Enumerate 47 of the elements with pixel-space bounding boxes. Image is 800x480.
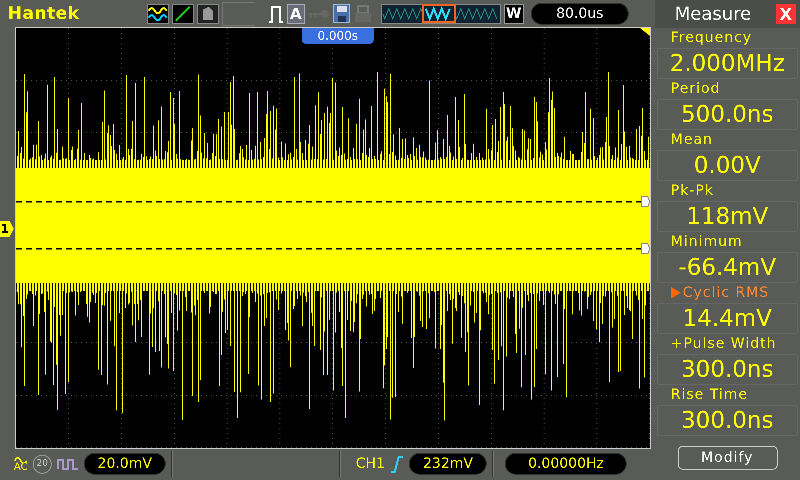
volts-div-readout: 20.0mV: [84, 453, 166, 475]
timebase-readout: 80.0us: [531, 3, 629, 25]
brand-logo: Hantek: [8, 4, 81, 24]
pulse-icon[interactable]: [268, 4, 284, 24]
selection-arrow-icon: [671, 287, 681, 299]
cursor-line[interactable]: [16, 248, 642, 250]
measurement-value: 300.0ns: [657, 405, 798, 436]
measurement-value: 14.4mV: [657, 303, 798, 334]
cursor-line[interactable]: [16, 201, 642, 203]
line-icon[interactable]: [172, 4, 194, 24]
coupling-label: AC: [14, 462, 28, 472]
frequency-readout: 0.00000Hz: [505, 453, 628, 475]
save-icon[interactable]: [333, 4, 351, 24]
trigger-source-label: CH1: [356, 456, 386, 472]
measurement-value: -66.4mV: [657, 252, 798, 283]
panel-title: Measure: [675, 4, 752, 24]
window-button[interactable]: W: [504, 4, 524, 24]
auto-button[interactable]: A: [287, 4, 305, 24]
trigger-position-marker[interactable]: 0.000s: [302, 28, 374, 44]
close-button[interactable]: X: [776, 4, 796, 24]
square-wave-icon: [57, 457, 79, 471]
persistence-icon[interactable]: [197, 4, 219, 24]
measurement-label[interactable]: Minimum: [671, 234, 743, 250]
measurement-label[interactable]: Period: [671, 81, 721, 97]
measurement-label[interactable]: Pk-Pk: [671, 183, 714, 199]
modify-button[interactable]: Modify: [678, 446, 778, 470]
measurement-value: 500.0ns: [657, 99, 798, 130]
printer-icon: [354, 4, 372, 24]
measurement-label[interactable]: Frequency: [671, 30, 752, 46]
measurement-value: 0.00V: [657, 150, 798, 181]
ac-wave-icon: [14, 456, 28, 462]
trigger-level-marker[interactable]: [640, 28, 650, 36]
rising-edge-icon: [390, 455, 404, 473]
cursor-marker[interactable]: [642, 196, 650, 208]
memory-position-icon[interactable]: [381, 4, 501, 24]
measurement-value: 118mV: [657, 201, 798, 232]
measurement-label[interactable]: Rise Time: [671, 387, 748, 403]
measurement-value: 300.0ns: [657, 354, 798, 385]
channel-marker[interactable]: 1: [0, 221, 14, 237]
waveform-icon[interactable]: [147, 4, 169, 24]
cursor-marker[interactable]: [642, 244, 650, 254]
measurement-label[interactable]: +Pulse Width: [671, 336, 777, 352]
bandwidth-limit-indicator: 20: [33, 454, 52, 474]
measurement-label[interactable]: Mean: [671, 132, 714, 148]
measurement-value: 2.000MHz: [657, 48, 798, 79]
trigger-level-readout: 232mV: [409, 453, 488, 475]
status-panel: [222, 2, 255, 26]
